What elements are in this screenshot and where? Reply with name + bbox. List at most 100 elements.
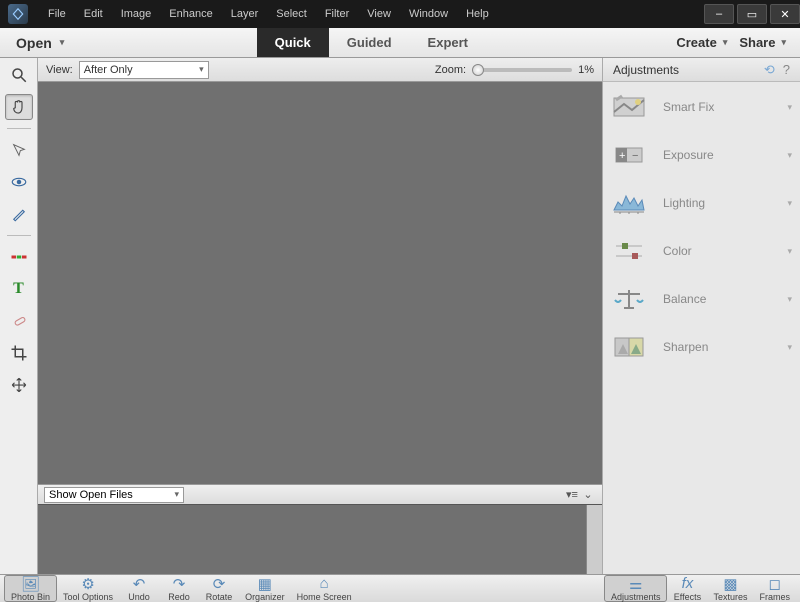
- adj-color[interactable]: Color ▾: [611, 236, 792, 266]
- textures-icon: ▩: [723, 576, 737, 592]
- menu-layer[interactable]: Layer: [223, 4, 267, 24]
- reset-icon[interactable]: ⟲: [764, 62, 775, 78]
- adjustments-title: Adjustments: [613, 63, 679, 77]
- caret-down-icon: ▾: [174, 489, 179, 500]
- bb-tool-options[interactable]: ⚙Tool Options: [57, 575, 119, 602]
- bb-effects[interactable]: fxEffects: [667, 575, 707, 602]
- menu-view[interactable]: View: [359, 4, 399, 24]
- bin-menu-icon[interactable]: ▾≡: [564, 488, 580, 501]
- tool-separator: [7, 235, 31, 236]
- menu-enhance[interactable]: Enhance: [161, 4, 220, 24]
- caret-down-icon: ▾: [787, 198, 792, 209]
- bin-scrollbar[interactable]: [586, 505, 602, 574]
- bb-redo[interactable]: ↷Redo: [159, 575, 199, 602]
- menu-filter[interactable]: Filter: [317, 4, 357, 24]
- bb-frames[interactable]: ◻Frames: [753, 575, 796, 602]
- caret-down-icon: ▾: [787, 150, 792, 161]
- minimize-button[interactable]: –: [704, 4, 734, 24]
- caret-down-icon: ▾: [199, 64, 204, 75]
- menu-window[interactable]: Window: [401, 4, 456, 24]
- bb-rotate[interactable]: ⟳Rotate: [199, 575, 239, 602]
- adj-label: Color: [663, 244, 771, 258]
- menu-help[interactable]: Help: [458, 4, 497, 24]
- tool-options-icon: ⚙: [81, 576, 94, 592]
- bb-home-screen[interactable]: ⌂Home Screen: [291, 575, 358, 602]
- organizer-icon: ▦: [258, 576, 272, 592]
- bb-label: Organizer: [245, 592, 285, 602]
- menu-edit[interactable]: Edit: [76, 4, 111, 24]
- bb-label: Tool Options: [63, 592, 113, 602]
- balance-icon: [611, 284, 647, 314]
- bb-label: Redo: [168, 592, 190, 602]
- window-controls: – ▭ ✕: [701, 4, 800, 24]
- brush-tool[interactable]: [5, 201, 33, 227]
- spot-tool[interactable]: [5, 244, 33, 270]
- adj-balance[interactable]: Balance ▾: [611, 284, 792, 314]
- toolbar: T: [0, 58, 38, 574]
- adjustments-header: Adjustments ⟲ ?: [603, 58, 800, 82]
- zoom-slider-thumb[interactable]: [472, 64, 484, 76]
- adj-label: Balance: [663, 292, 771, 306]
- main-area: T View: After Only ▾ Zoom: 1% Show Open …: [0, 58, 800, 574]
- view-select[interactable]: After Only ▾: [79, 61, 209, 79]
- share-menu[interactable]: Share ▾: [739, 35, 786, 50]
- menu-file[interactable]: File: [40, 4, 74, 24]
- create-menu[interactable]: Create ▾: [676, 35, 727, 50]
- photo-bin-area[interactable]: [38, 504, 602, 574]
- bb-undo[interactable]: ↶Undo: [119, 575, 159, 602]
- bb-adjustments[interactable]: ⚌Adjustments: [604, 575, 668, 602]
- zoom-tool[interactable]: [5, 62, 33, 88]
- share-label: Share: [739, 35, 775, 50]
- bb-textures[interactable]: ▩Textures: [707, 575, 753, 602]
- adj-exposure[interactable]: +− Exposure ▾: [611, 140, 792, 170]
- selection-tool[interactable]: [5, 137, 33, 163]
- bb-label: Undo: [128, 592, 150, 602]
- maximize-button[interactable]: ▭: [737, 4, 767, 24]
- canvas-area[interactable]: [38, 82, 602, 484]
- topbar-right-menus: Create ▾ Share ▾: [662, 28, 800, 57]
- undo-icon: ↶: [133, 576, 146, 592]
- adj-lighting[interactable]: Lighting ▾: [611, 188, 792, 218]
- menu-image[interactable]: Image: [113, 4, 160, 24]
- view-select-value: After Only: [84, 64, 133, 76]
- zoom-slider[interactable]: [472, 68, 572, 72]
- caret-down-icon: ▾: [787, 246, 792, 257]
- close-button[interactable]: ✕: [770, 4, 800, 24]
- hand-tool[interactable]: [5, 94, 33, 120]
- adj-label: Exposure: [663, 148, 771, 162]
- bin-collapse-icon[interactable]: ⌄: [580, 488, 596, 501]
- app-logo-icon: [8, 4, 28, 24]
- bin-select[interactable]: Show Open Files ▾: [44, 487, 184, 503]
- adj-label: Sharpen: [663, 340, 771, 354]
- tab-quick[interactable]: Quick: [257, 28, 329, 57]
- options-bar: View: After Only ▾ Zoom: 1%: [38, 58, 602, 82]
- tool-separator: [7, 128, 31, 129]
- menu-select[interactable]: Select: [268, 4, 315, 24]
- smart-fix-icon: [611, 92, 647, 122]
- effects-icon: fx: [682, 576, 694, 592]
- topbar: Open ▾ Quick Guided Expert Create ▾ Shar…: [0, 28, 800, 58]
- move-tool[interactable]: [5, 372, 33, 398]
- bin-options-bar: Show Open Files ▾ ▾≡ ⌄: [38, 484, 602, 504]
- eye-tool[interactable]: [5, 169, 33, 195]
- adj-label: Smart Fix: [663, 100, 771, 114]
- adj-smart-fix[interactable]: Smart Fix ▾: [611, 92, 792, 122]
- color-icon: [611, 236, 647, 266]
- bb-photo-bin[interactable]: 🖼Photo Bin: [4, 575, 57, 602]
- crop-tool[interactable]: [5, 340, 33, 366]
- text-tool[interactable]: T: [5, 276, 33, 302]
- help-icon[interactable]: ?: [783, 62, 790, 78]
- open-button[interactable]: Open ▾: [0, 28, 80, 57]
- tab-guided[interactable]: Guided: [329, 28, 410, 57]
- rotate-icon: ⟳: [213, 576, 226, 592]
- bb-organizer[interactable]: ▦Organizer: [239, 575, 291, 602]
- healing-tool[interactable]: [5, 308, 33, 334]
- adj-sharpen[interactable]: Sharpen ▾: [611, 332, 792, 362]
- photo-bin-icon: 🖼: [21, 576, 40, 592]
- caret-down-icon: ▾: [787, 342, 792, 353]
- tab-expert[interactable]: Expert: [410, 28, 486, 57]
- bb-label: Rotate: [206, 592, 233, 602]
- bb-label: Photo Bin: [11, 592, 50, 602]
- caret-down-icon: ▾: [723, 37, 728, 48]
- redo-icon: ↷: [173, 576, 186, 592]
